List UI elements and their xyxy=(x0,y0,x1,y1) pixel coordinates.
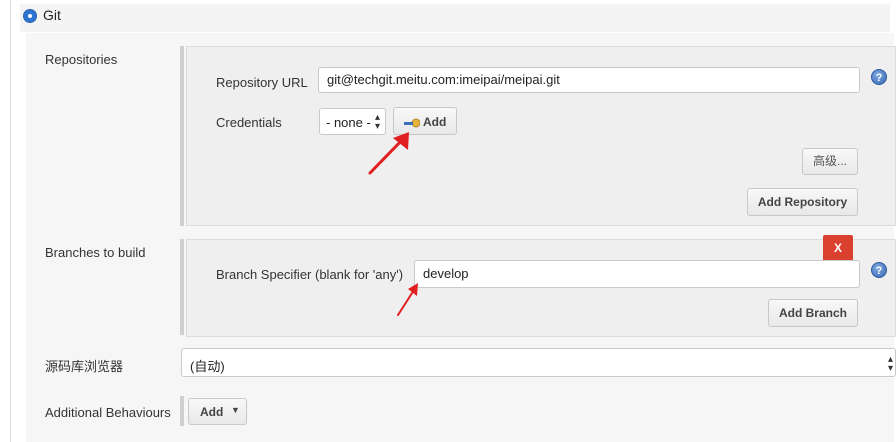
delete-branch-button[interactable]: X xyxy=(823,235,853,261)
dropdown-arrow-icon: ▼ xyxy=(231,405,240,415)
git-option-label: Git xyxy=(43,7,61,23)
repository-browser-label: 源码库浏览器 xyxy=(45,359,124,374)
select-arrows-icon: ▴ ▾ xyxy=(888,354,894,374)
repositories-bar xyxy=(180,46,184,226)
add-repository-button[interactable]: Add Repository xyxy=(747,188,858,216)
add-branch-button[interactable]: Add Branch xyxy=(768,299,858,327)
additional-behaviours-label: Additional Behaviours xyxy=(45,405,171,420)
key-icon xyxy=(404,117,421,131)
add-behaviour-button[interactable]: Add ▼ xyxy=(188,398,247,425)
repository-url-input[interactable]: git@techgit.meitu.com:imeipai/meipai.git xyxy=(318,67,860,93)
repository-browser-select[interactable]: (自动) ▴ ▾ xyxy=(181,348,896,377)
branches-label: Branches to build xyxy=(45,245,146,260)
annotation-arrow-icon xyxy=(368,132,409,175)
add-behaviour-label: Add xyxy=(200,405,224,419)
repository-browser-value: (自动) xyxy=(190,359,225,374)
repositories-label: Repositories xyxy=(45,52,118,67)
credentials-value: - none - xyxy=(326,115,371,130)
branches-bar xyxy=(180,239,184,335)
advanced-button[interactable]: 高级... xyxy=(802,148,858,175)
annotation-arrow-icon xyxy=(397,283,418,316)
credentials-label: Credentials xyxy=(216,115,282,130)
select-arrows-icon: ▴ ▾ xyxy=(375,112,381,132)
help-icon[interactable]: ? xyxy=(871,262,887,278)
repository-url-label: Repository URL xyxy=(216,75,308,90)
branch-specifier-input[interactable]: develop xyxy=(414,260,860,288)
add-credentials-label: Add xyxy=(423,115,447,129)
behaviours-bar xyxy=(180,396,184,426)
branch-specifier-label: Branch Specifier (blank for 'any') xyxy=(216,267,404,282)
radio-selected-icon[interactable] xyxy=(24,10,36,22)
help-icon[interactable]: ? xyxy=(871,69,887,85)
git-option-header xyxy=(20,4,890,32)
